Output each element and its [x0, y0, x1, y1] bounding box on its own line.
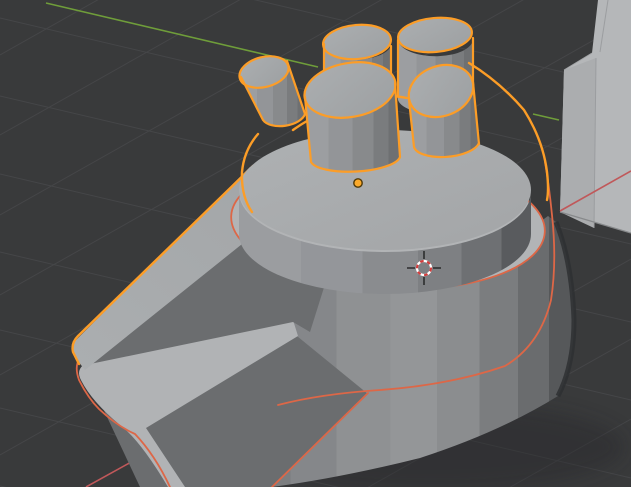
object-origin-point [353, 178, 363, 188]
viewport-canvas[interactable] [0, 0, 631, 487]
blender-3d-viewport[interactable] [0, 0, 631, 487]
